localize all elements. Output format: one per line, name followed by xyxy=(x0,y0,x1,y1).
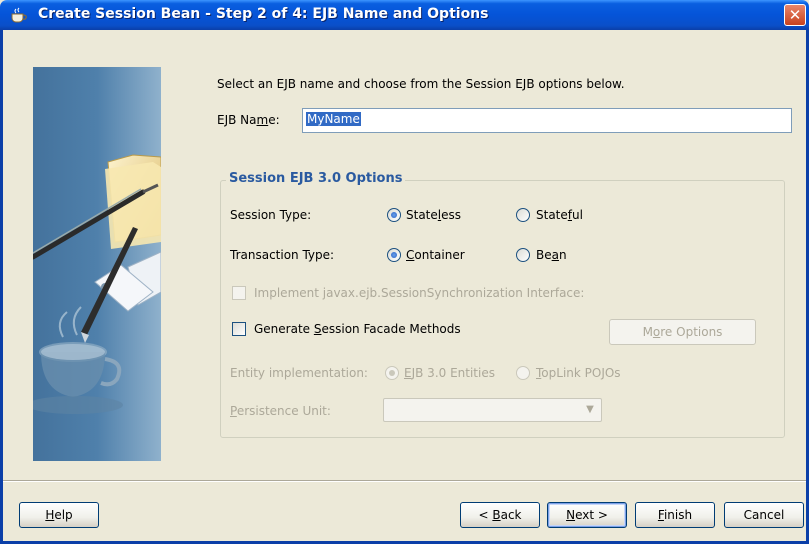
container-radio[interactable] xyxy=(387,248,401,262)
window-title: Create Session Bean - Step 2 of 4: EJB N… xyxy=(38,6,489,22)
coffee-cup-icon xyxy=(11,7,27,23)
stateless-radio[interactable] xyxy=(387,208,401,222)
cancel-button[interactable]: Cancel xyxy=(724,502,804,528)
toplink-pojos-radio[interactable] xyxy=(516,366,530,380)
close-icon: ✕ xyxy=(788,6,802,24)
close-button[interactable]: ✕ xyxy=(784,4,806,26)
title-bar[interactable]: Create Session Bean - Step 2 of 4: EJB N… xyxy=(0,0,809,30)
back-button[interactable]: < Back xyxy=(460,502,540,528)
transaction-type-label: Transaction Type: xyxy=(230,248,335,262)
persistence-unit-combo[interactable]: ▼ xyxy=(383,398,602,422)
ejb30-entities-label: EJB 3.0 Entities xyxy=(404,366,495,380)
group-title: Session EJB 3.0 Options xyxy=(226,171,406,186)
toplink-pojos-label: TopLink POJOs xyxy=(536,366,621,380)
container-label[interactable]: Container xyxy=(406,248,465,262)
ejb30-entities-radio[interactable] xyxy=(385,366,399,380)
next-button[interactable]: Next > xyxy=(547,502,627,528)
session-sync-checkbox[interactable] xyxy=(232,286,246,300)
ejb-name-input[interactable]: MyName xyxy=(302,108,792,133)
bean-label[interactable]: Bean xyxy=(536,248,567,262)
finish-button[interactable]: Finish xyxy=(635,502,715,528)
stateful-label[interactable]: Stateful xyxy=(536,208,583,222)
stateful-radio[interactable] xyxy=(516,208,530,222)
footer-divider xyxy=(3,480,806,482)
facade-label[interactable]: Generate Session Facade Methods xyxy=(254,322,461,336)
facade-checkbox[interactable] xyxy=(232,322,246,336)
stateless-label[interactable]: Stateless xyxy=(406,208,461,222)
ejb-name-value: MyName xyxy=(306,112,361,126)
ejb-name-label: EJB Name: xyxy=(217,113,280,127)
more-options-button[interactable]: More Options xyxy=(609,319,756,345)
instruction-text: Select an EJB name and choose from the S… xyxy=(217,77,625,91)
bean-radio[interactable] xyxy=(516,248,530,262)
help-button[interactable]: Help xyxy=(19,502,99,528)
chevron-down-icon[interactable]: ▼ xyxy=(581,401,599,419)
wizard-illustration-art xyxy=(33,67,161,461)
session-type-label: Session Type: xyxy=(230,208,312,222)
session-sync-label: Implement javax.ejb.SessionSynchronizati… xyxy=(254,286,585,300)
entity-impl-label: Entity implementation: xyxy=(230,366,368,380)
persistence-unit-label: Persistence Unit: xyxy=(230,404,331,418)
wizard-illustration xyxy=(33,67,161,461)
